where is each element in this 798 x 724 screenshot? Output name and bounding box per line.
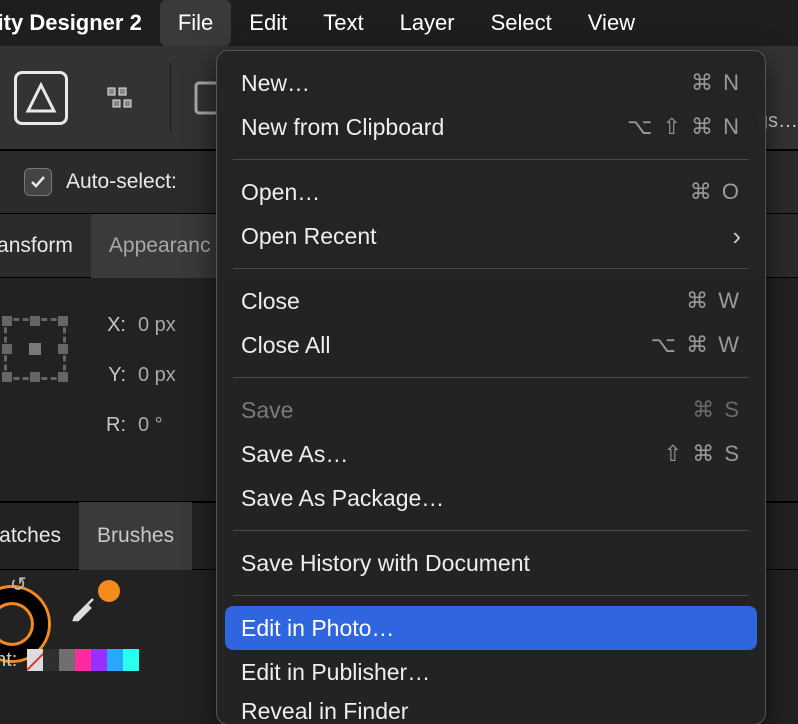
- transform-x-value[interactable]: 0 px: [138, 314, 176, 337]
- tab-brushes-label: Brushes: [97, 524, 174, 548]
- menu-item-label: Open Recent: [241, 223, 732, 250]
- menu-item[interactable]: Open…⌘ O: [217, 170, 765, 214]
- toolbar-separator: [170, 63, 171, 133]
- swatch-color[interactable]: [91, 649, 107, 671]
- menu-separator: [233, 595, 749, 596]
- menu-item-label: Close: [241, 288, 686, 315]
- menu-select-label: Select: [491, 10, 552, 36]
- menu-item-label: Edit in Publisher…: [241, 659, 741, 686]
- tab-brushes[interactable]: Brushes: [79, 502, 192, 570]
- app-title: inity Designer 2: [0, 10, 160, 36]
- menu-item-shortcut: ⌥ ⌘ W: [651, 332, 741, 358]
- auto-select-label: Auto-select:: [66, 170, 177, 194]
- menu-item[interactable]: Edit in Photo…: [225, 606, 757, 650]
- recent-colors-row: ent:: [0, 640, 139, 680]
- tab-appearance-label: Appearanc: [109, 234, 211, 258]
- menu-separator: [233, 530, 749, 531]
- menu-item[interactable]: Close⌘ W: [217, 279, 765, 323]
- menu-item[interactable]: Edit in Publisher…: [217, 650, 765, 694]
- menu-text-label: Text: [323, 10, 363, 36]
- menu-item[interactable]: Save History with Document: [217, 541, 765, 585]
- recent-label: ent:: [0, 649, 17, 672]
- tab-appearance[interactable]: Appearanc: [91, 214, 229, 278]
- menu-item-label: New…: [241, 70, 691, 97]
- menu-item-label: Edit in Photo…: [241, 615, 741, 642]
- menu-layer[interactable]: Layer: [382, 0, 473, 46]
- swatch-color[interactable]: [107, 649, 123, 671]
- transform-r-value[interactable]: 0 °: [138, 414, 163, 437]
- menu-item-shortcut: ⌘ N: [691, 70, 741, 96]
- menu-item[interactable]: Close All⌥ ⌘ W: [217, 323, 765, 367]
- menu-item-shortcut: ⌘ O: [690, 179, 741, 205]
- menu-item-label: Open…: [241, 179, 690, 206]
- menu-select[interactable]: Select: [473, 0, 570, 46]
- persona-switch-button[interactable]: [104, 80, 140, 116]
- app-logo-icon: [14, 71, 68, 125]
- menu-item-partial[interactable]: Reveal in Finder: [217, 694, 765, 724]
- tab-swatches[interactable]: Swatches: [0, 502, 79, 570]
- transform-y-label: Y:: [96, 364, 126, 387]
- transform-x-label: X:: [96, 314, 126, 337]
- menu-item-label: Save As Package…: [241, 485, 741, 512]
- menu-item[interactable]: New…⌘ N: [217, 61, 765, 105]
- menu-item[interactable]: Save As…⇧ ⌘ S: [217, 432, 765, 476]
- menu-item-shortcut: ⌘ S: [692, 397, 741, 423]
- menu-item-label: Save: [241, 397, 692, 424]
- menu-item[interactable]: Save As Package…: [217, 476, 765, 520]
- menu-view-label: View: [588, 10, 635, 36]
- tab-transform-label: Transform: [0, 234, 73, 258]
- transform-r-label: R:: [96, 414, 126, 437]
- menu-item[interactable]: New from Clipboard⌥ ⇧ ⌘ N: [217, 105, 765, 149]
- menu-text[interactable]: Text: [305, 0, 381, 46]
- app-root: { "menubar": { "app_title": "inity Desig…: [0, 0, 798, 724]
- tab-swatches-label: Swatches: [0, 524, 61, 548]
- transform-y-value[interactable]: 0 px: [138, 364, 176, 387]
- menu-item-label: Close All: [241, 332, 651, 359]
- menu-separator: [233, 268, 749, 269]
- menu-separator: [233, 377, 749, 378]
- palette: [27, 649, 139, 671]
- swatch-color[interactable]: [43, 649, 59, 671]
- menu-edit[interactable]: Edit: [231, 0, 305, 46]
- swap-fill-stroke-icon[interactable]: ↺: [10, 572, 27, 597]
- chevron-right-icon: ›: [732, 221, 741, 252]
- menu-item-label: Save As…: [241, 441, 664, 468]
- menu-file[interactable]: File: [160, 0, 231, 46]
- swatch-color[interactable]: [75, 649, 91, 671]
- menu-item-label: New from Clipboard: [241, 114, 627, 141]
- menu-item-shortcut: ⌥ ⇧ ⌘ N: [627, 114, 741, 140]
- menu-layer-label: Layer: [400, 10, 455, 36]
- swatch-none[interactable]: [27, 649, 43, 671]
- auto-select-checkbox[interactable]: [24, 168, 52, 196]
- swatch-color[interactable]: [123, 649, 139, 671]
- menu-separator: [233, 159, 749, 160]
- tab-transform[interactable]: Transform: [0, 214, 91, 278]
- menu-edit-label: Edit: [249, 10, 287, 36]
- menu-view[interactable]: View: [570, 0, 653, 46]
- menubar: inity Designer 2 File Edit Text Layer Se…: [0, 0, 798, 46]
- menu-item: Save⌘ S: [217, 388, 765, 432]
- menu-item-shortcut: ⇧ ⌘ S: [664, 441, 741, 467]
- menu-item[interactable]: Open Recent›: [217, 214, 765, 258]
- swatch-color[interactable]: [59, 649, 75, 671]
- menu-item-shortcut: ⌘ W: [686, 288, 741, 314]
- menu-file-label: File: [178, 10, 213, 36]
- picked-color-swatch[interactable]: [98, 580, 120, 602]
- menu-item-label: Save History with Document: [241, 550, 741, 577]
- anchor-selector[interactable]: [4, 318, 66, 380]
- file-menu-dropdown: New…⌘ NNew from Clipboard⌥ ⇧ ⌘ NOpen…⌘ O…: [216, 50, 766, 724]
